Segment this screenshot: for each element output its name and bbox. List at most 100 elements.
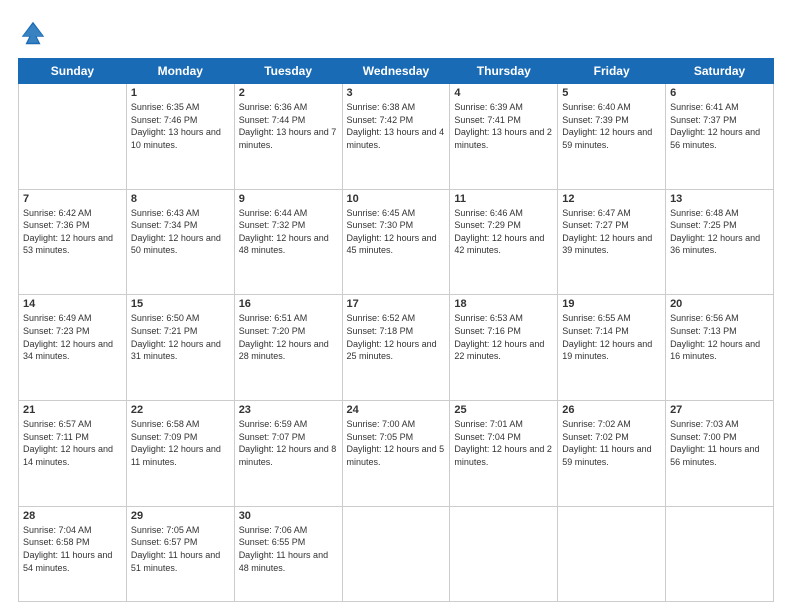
day-info: Sunrise: 6:46 AMSunset: 7:29 PMDaylight:… xyxy=(454,207,553,257)
day-info: Sunrise: 7:02 AMSunset: 7:02 PMDaylight:… xyxy=(562,418,661,468)
day-number: 13 xyxy=(670,193,769,205)
day-number: 1 xyxy=(131,87,230,99)
day-number: 20 xyxy=(670,298,769,310)
day-header-monday: Monday xyxy=(126,59,234,84)
day-info: Sunrise: 6:59 AMSunset: 7:07 PMDaylight:… xyxy=(239,418,338,468)
day-info: Sunrise: 6:47 AMSunset: 7:27 PMDaylight:… xyxy=(562,207,661,257)
calendar-cell: 9 Sunrise: 6:44 AMSunset: 7:32 PMDaylight… xyxy=(234,189,342,295)
calendar-cell: 15 Sunrise: 6:50 AMSunset: 7:21 PMDayligh… xyxy=(126,295,234,401)
calendar-cell: 27 Sunrise: 7:03 AMSunset: 7:00 PMDayligh… xyxy=(666,401,774,507)
calendar-cell: 6 Sunrise: 6:41 AMSunset: 7:37 PMDaylight… xyxy=(666,84,774,190)
day-info: Sunrise: 6:38 AMSunset: 7:42 PMDaylight:… xyxy=(347,101,446,151)
day-number: 2 xyxy=(239,87,338,99)
day-number: 6 xyxy=(670,87,769,99)
day-info: Sunrise: 7:06 AMSunset: 6:55 PMDaylight:… xyxy=(239,524,338,574)
day-info: Sunrise: 7:05 AMSunset: 6:57 PMDaylight:… xyxy=(131,524,230,574)
day-info: Sunrise: 7:00 AMSunset: 7:05 PMDaylight:… xyxy=(347,418,446,468)
day-number: 9 xyxy=(239,193,338,205)
day-info: Sunrise: 7:01 AMSunset: 7:04 PMDaylight:… xyxy=(454,418,553,468)
day-number: 26 xyxy=(562,404,661,416)
calendar-cell: 10Sunrise: 6:45 AMSunset: 7:30 PMDayligh… xyxy=(342,189,450,295)
calendar-cell: 25 Sunrise: 7:01 AMSunset: 7:04 PMDayligh… xyxy=(450,401,558,507)
calendar-cell: 2 Sunrise: 6:36 AMSunset: 7:44 PMDaylight… xyxy=(234,84,342,190)
calendar-cell: 17 Sunrise: 6:52 AMSunset: 7:18 PMDayligh… xyxy=(342,295,450,401)
header xyxy=(18,18,774,48)
day-number: 16 xyxy=(239,298,338,310)
calendar-cell: 12 Sunrise: 6:47 AMSunset: 7:27 PMDayligh… xyxy=(558,189,666,295)
day-info: Sunrise: 6:50 AMSunset: 7:21 PMDaylight:… xyxy=(131,312,230,362)
day-info: Sunrise: 6:53 AMSunset: 7:16 PMDaylight:… xyxy=(454,312,553,362)
day-info: Sunrise: 6:52 AMSunset: 7:18 PMDaylight:… xyxy=(347,312,446,362)
calendar-cell: 23 Sunrise: 6:59 AMSunset: 7:07 PMDayligh… xyxy=(234,401,342,507)
calendar-cell: 1Sunrise: 6:35 AMSunset: 7:46 PMDaylight… xyxy=(126,84,234,190)
day-number: 8 xyxy=(131,193,230,205)
day-info: Sunrise: 7:03 AMSunset: 7:00 PMDaylight:… xyxy=(670,418,769,468)
day-info: Sunrise: 6:48 AMSunset: 7:25 PMDaylight:… xyxy=(670,207,769,257)
day-number: 4 xyxy=(454,87,553,99)
day-number: 15 xyxy=(131,298,230,310)
day-number: 5 xyxy=(562,87,661,99)
calendar: SundayMondayTuesdayWednesdayThursdayFrid… xyxy=(18,58,774,602)
page: SundayMondayTuesdayWednesdayThursdayFrid… xyxy=(0,0,792,612)
calendar-cell: 8 Sunrise: 6:43 AMSunset: 7:34 PMDaylight… xyxy=(126,189,234,295)
day-number: 17 xyxy=(347,298,446,310)
week-row-5: 28 Sunrise: 7:04 AMSunset: 6:58 PMDayligh… xyxy=(19,506,774,601)
day-info: Sunrise: 6:51 AMSunset: 7:20 PMDaylight:… xyxy=(239,312,338,362)
day-number: 11 xyxy=(454,193,553,205)
calendar-cell xyxy=(666,506,774,601)
calendar-cell xyxy=(19,84,127,190)
logo-icon xyxy=(18,18,48,48)
day-info: Sunrise: 6:44 AMSunset: 7:32 PMDaylight:… xyxy=(239,207,338,257)
calendar-cell: 24 Sunrise: 7:00 AMSunset: 7:05 PMDayligh… xyxy=(342,401,450,507)
calendar-cell: 19 Sunrise: 6:55 AMSunset: 7:14 PMDayligh… xyxy=(558,295,666,401)
calendar-cell: 16 Sunrise: 6:51 AMSunset: 7:20 PMDayligh… xyxy=(234,295,342,401)
day-info: Sunrise: 6:36 AMSunset: 7:44 PMDaylight:… xyxy=(239,101,338,151)
day-number: 19 xyxy=(562,298,661,310)
day-header-friday: Friday xyxy=(558,59,666,84)
week-row-1: 1Sunrise: 6:35 AMSunset: 7:46 PMDaylight… xyxy=(19,84,774,190)
week-row-4: 21 Sunrise: 6:57 AMSunset: 7:11 PMDayligh… xyxy=(19,401,774,507)
calendar-cell: 21 Sunrise: 6:57 AMSunset: 7:11 PMDayligh… xyxy=(19,401,127,507)
day-number: 30 xyxy=(239,510,338,522)
day-info: Sunrise: 6:41 AMSunset: 7:37 PMDaylight:… xyxy=(670,101,769,151)
day-info: Sunrise: 6:55 AMSunset: 7:14 PMDaylight:… xyxy=(562,312,661,362)
day-header-thursday: Thursday xyxy=(450,59,558,84)
calendar-cell: 30 Sunrise: 7:06 AMSunset: 6:55 PMDayligh… xyxy=(234,506,342,601)
day-number: 21 xyxy=(23,404,122,416)
calendar-cell: 4 Sunrise: 6:39 AMSunset: 7:41 PMDaylight… xyxy=(450,84,558,190)
day-number: 28 xyxy=(23,510,122,522)
calendar-cell: 26 Sunrise: 7:02 AMSunset: 7:02 PMDayligh… xyxy=(558,401,666,507)
day-number: 24 xyxy=(347,404,446,416)
day-number: 18 xyxy=(454,298,553,310)
day-number: 7 xyxy=(23,193,122,205)
day-header-sunday: Sunday xyxy=(19,59,127,84)
week-row-3: 14Sunrise: 6:49 AMSunset: 7:23 PMDayligh… xyxy=(19,295,774,401)
day-info: Sunrise: 6:40 AMSunset: 7:39 PMDaylight:… xyxy=(562,101,661,151)
day-header-wednesday: Wednesday xyxy=(342,59,450,84)
week-row-2: 7 Sunrise: 6:42 AMSunset: 7:36 PMDaylight… xyxy=(19,189,774,295)
calendar-header-row: SundayMondayTuesdayWednesdayThursdayFrid… xyxy=(19,59,774,84)
calendar-cell: 28 Sunrise: 7:04 AMSunset: 6:58 PMDayligh… xyxy=(19,506,127,601)
calendar-cell xyxy=(450,506,558,601)
day-info: Sunrise: 6:56 AMSunset: 7:13 PMDaylight:… xyxy=(670,312,769,362)
day-number: 12 xyxy=(562,193,661,205)
calendar-cell: 29Sunrise: 7:05 AMSunset: 6:57 PMDayligh… xyxy=(126,506,234,601)
day-info: Sunrise: 6:43 AMSunset: 7:34 PMDaylight:… xyxy=(131,207,230,257)
calendar-cell xyxy=(558,506,666,601)
day-header-saturday: Saturday xyxy=(666,59,774,84)
day-info: Sunrise: 6:42 AMSunset: 7:36 PMDaylight:… xyxy=(23,207,122,257)
calendar-cell: 18 Sunrise: 6:53 AMSunset: 7:16 PMDayligh… xyxy=(450,295,558,401)
day-info: Sunrise: 7:04 AMSunset: 6:58 PMDaylight:… xyxy=(23,524,122,574)
day-info: Sunrise: 6:45 AMSunset: 7:30 PMDaylight:… xyxy=(347,207,446,257)
day-number: 22 xyxy=(131,404,230,416)
day-number: 27 xyxy=(670,404,769,416)
day-info: Sunrise: 6:58 AMSunset: 7:09 PMDaylight:… xyxy=(131,418,230,468)
day-number: 14 xyxy=(23,298,122,310)
day-info: Sunrise: 6:57 AMSunset: 7:11 PMDaylight:… xyxy=(23,418,122,468)
day-info: Sunrise: 6:39 AMSunset: 7:41 PMDaylight:… xyxy=(454,101,553,151)
calendar-cell: 20 Sunrise: 6:56 AMSunset: 7:13 PMDayligh… xyxy=(666,295,774,401)
logo xyxy=(18,18,52,48)
calendar-cell: 13 Sunrise: 6:48 AMSunset: 7:25 PMDayligh… xyxy=(666,189,774,295)
day-number: 25 xyxy=(454,404,553,416)
day-number: 23 xyxy=(239,404,338,416)
